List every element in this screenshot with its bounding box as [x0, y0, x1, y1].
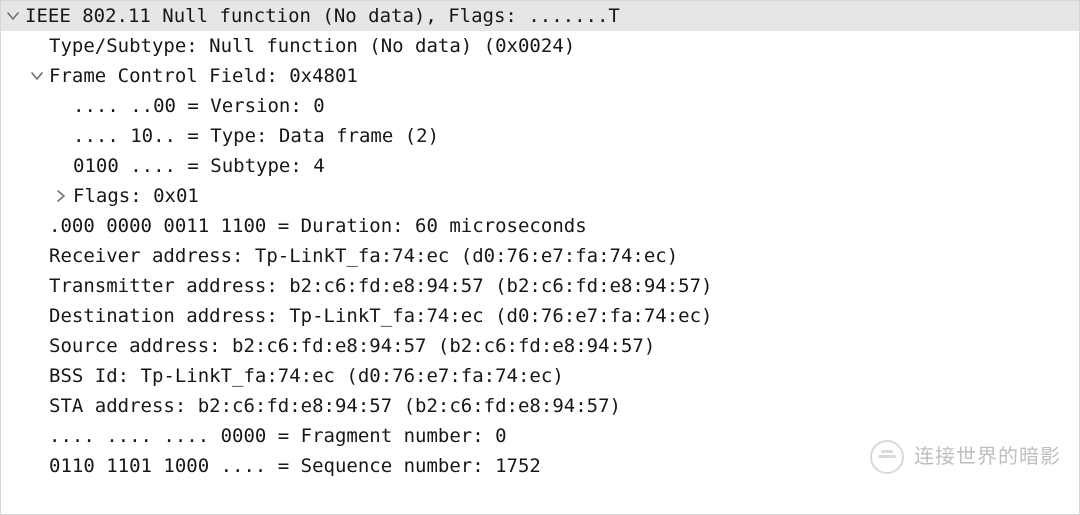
field-summary: IEEE 802.11 Null function (No data), Fla… — [25, 1, 620, 31]
field-version: .... ..00 = Version: 0 — [73, 91, 325, 121]
tree-row-bss-id[interactable]: BSS Id: Tp-LinkT_fa:74:ec (d0:76:e7:fa:7… — [1, 361, 1079, 391]
tree-row-duration[interactable]: .000 0000 0011 1100 = Duration: 60 micro… — [1, 211, 1079, 241]
tree-row-version[interactable]: .... ..00 = Version: 0 — [1, 91, 1079, 121]
tree-row-receiver-address[interactable]: Receiver address: Tp-LinkT_fa:74:ec (d0:… — [1, 241, 1079, 271]
watermark: 连接世界的暗影 — [870, 440, 1061, 474]
field-sta-address: STA address: b2:c6:fd:e8:94:57 (b2:c6:fd… — [49, 391, 621, 421]
tree-row-source-address[interactable]: Source address: b2:c6:fd:e8:94:57 (b2:c6… — [1, 331, 1079, 361]
tree-row-transmitter-address[interactable]: Transmitter address: b2:c6:fd:e8:94:57 (… — [1, 271, 1079, 301]
field-receiver-address: Receiver address: Tp-LinkT_fa:74:ec (d0:… — [49, 241, 678, 271]
watermark-text: 连接世界的暗影 — [914, 442, 1061, 472]
field-sequence-number: 0110 1101 1000 .... = Sequence number: 1… — [49, 451, 541, 481]
field-duration: .000 0000 0011 1100 = Duration: 60 micro… — [49, 211, 587, 241]
field-fragment-number: .... .... .... 0000 = Fragment number: 0 — [49, 421, 507, 451]
field-source-address: Source address: b2:c6:fd:e8:94:57 (b2:c6… — [49, 331, 655, 361]
wechat-icon — [870, 440, 904, 474]
chevron-down-icon[interactable] — [1, 10, 25, 22]
chevron-down-icon[interactable] — [25, 70, 49, 82]
chevron-right-icon[interactable] — [49, 190, 73, 202]
tree-row-subtype[interactable]: 0100 .... = Subtype: 4 — [1, 151, 1079, 181]
field-subtype: 0100 .... = Subtype: 4 — [73, 151, 325, 181]
tree-row-flags[interactable]: Flags: 0x01 — [1, 181, 1079, 211]
tree-row-frame-control[interactable]: Frame Control Field: 0x4801 — [1, 61, 1079, 91]
field-destination-address: Destination address: Tp-LinkT_fa:74:ec (… — [49, 301, 712, 331]
tree-row-type-subtype[interactable]: Type/Subtype: Null function (No data) (0… — [1, 31, 1079, 61]
field-transmitter-address: Transmitter address: b2:c6:fd:e8:94:57 (… — [49, 271, 712, 301]
field-flags: Flags: 0x01 — [73, 181, 199, 211]
tree-row-sta-address[interactable]: STA address: b2:c6:fd:e8:94:57 (b2:c6:fd… — [1, 391, 1079, 421]
packet-details-pane: IEEE 802.11 Null function (No data), Fla… — [0, 0, 1080, 515]
field-frame-control: Frame Control Field: 0x4801 — [49, 61, 358, 91]
field-type: .... 10.. = Type: Data frame (2) — [73, 121, 439, 151]
field-bss-id: BSS Id: Tp-LinkT_fa:74:ec (d0:76:e7:fa:7… — [49, 361, 564, 391]
tree-row-802-11-summary[interactable]: IEEE 802.11 Null function (No data), Fla… — [1, 1, 1079, 31]
field-type-subtype: Type/Subtype: Null function (No data) (0… — [49, 31, 575, 61]
tree-row-type[interactable]: .... 10.. = Type: Data frame (2) — [1, 121, 1079, 151]
tree-row-destination-address[interactable]: Destination address: Tp-LinkT_fa:74:ec (… — [1, 301, 1079, 331]
